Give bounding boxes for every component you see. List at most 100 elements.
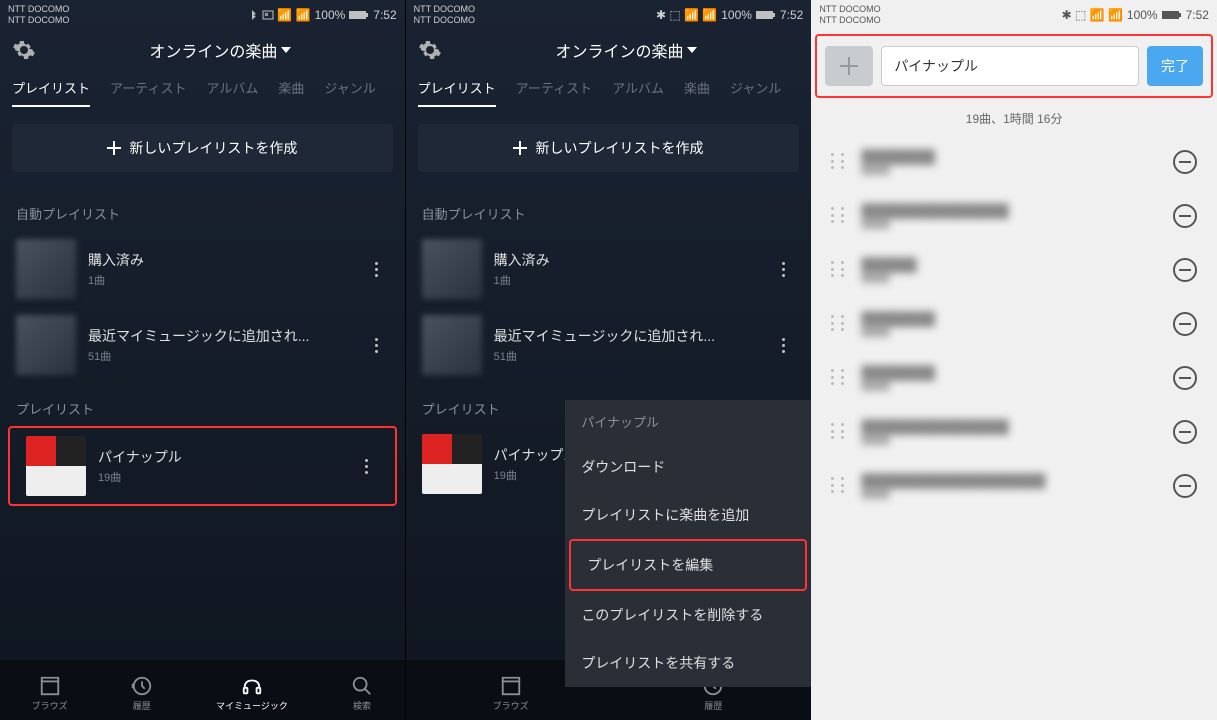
- playlist-item-recent[interactable]: 最近マイミュージックに追加され...51曲: [406, 307, 812, 383]
- song-title: ██████████: [861, 257, 1161, 283]
- status-bar: NTT DOCOMONTT DOCOMO ✱ ⬚ 📶 📶100%7:52: [406, 0, 812, 30]
- playlist-item-purchased[interactable]: 購入済み 1曲: [0, 231, 405, 307]
- status-bar: NTT DOCOMONTT DOCOMO 📶 📶 100% 7:52: [0, 0, 405, 30]
- playlist-item-recent[interactable]: 最近マイミュージックに追加され... 51曲: [0, 307, 405, 383]
- tab-album[interactable]: アルバム: [612, 70, 664, 107]
- auto-section-label: 自動プレイリスト: [406, 188, 812, 231]
- title-dropdown[interactable]: オンラインの楽曲: [48, 38, 393, 62]
- song-row[interactable]: ██████████: [823, 243, 1205, 297]
- new-playlist-button[interactable]: 新しいプレイリストを作成: [12, 124, 393, 172]
- context-menu: パイナップル ダウンロード プレイリストに楽曲を追加 プレイリストを編集 このプ…: [565, 400, 811, 687]
- nav-browse[interactable]: ブラウズ: [32, 675, 68, 712]
- title-dropdown[interactable]: オンラインの楽曲: [454, 38, 800, 62]
- tab-album[interactable]: アルバム: [206, 70, 258, 107]
- song-title: ████████████: [861, 365, 1161, 391]
- edit-header: 完了: [815, 34, 1213, 98]
- thumbnail: [26, 436, 86, 496]
- add-button[interactable]: [825, 46, 873, 86]
- app-header: オンラインの楽曲: [0, 30, 405, 70]
- more-icon[interactable]: [365, 333, 389, 357]
- nav-search[interactable]: 検索: [351, 675, 373, 712]
- drag-handle-icon[interactable]: [831, 315, 849, 333]
- tab-playlist[interactable]: プレイリスト: [12, 70, 90, 107]
- screen-2: NTT DOCOMONTT DOCOMO ✱ ⬚ 📶 📶100%7:52 オンラ…: [406, 0, 812, 720]
- more-icon[interactable]: [355, 454, 379, 478]
- song-row[interactable]: ████████████: [823, 351, 1205, 405]
- remove-button[interactable]: [1173, 366, 1197, 390]
- tab-genre[interactable]: ジャンル: [324, 70, 375, 107]
- song-row[interactable]: ████████████████████: [823, 405, 1205, 459]
- item-subtitle: 1曲: [88, 272, 353, 288]
- gear-icon[interactable]: [418, 38, 442, 62]
- remove-button[interactable]: [1173, 312, 1197, 336]
- item-title: 購入済み: [88, 250, 353, 270]
- remove-button[interactable]: [1173, 204, 1197, 228]
- remove-button[interactable]: [1173, 150, 1197, 174]
- plus-icon: [107, 141, 121, 155]
- tab-song[interactable]: 楽曲: [278, 70, 304, 107]
- thumbnail: [16, 315, 76, 375]
- tab-artist[interactable]: アーティスト: [516, 70, 592, 107]
- done-button[interactable]: 完了: [1147, 46, 1203, 86]
- thumbnail: [16, 239, 76, 299]
- item-subtitle: 51曲: [88, 348, 353, 364]
- menu-add-songs[interactable]: プレイリストに楽曲を追加: [565, 491, 811, 539]
- menu-download[interactable]: ダウンロード: [565, 443, 811, 491]
- song-row[interactable]: ████████████: [823, 135, 1205, 189]
- gear-icon[interactable]: [12, 38, 36, 62]
- plus-icon: [840, 57, 858, 75]
- tab-genre[interactable]: ジャンル: [730, 70, 781, 107]
- tab-playlist[interactable]: プレイリスト: [418, 70, 496, 107]
- song-title: ████████████: [861, 149, 1161, 175]
- menu-edit-playlist[interactable]: プレイリストを編集: [569, 539, 807, 591]
- auto-section-label: 自動プレイリスト: [0, 188, 405, 231]
- drag-handle-icon[interactable]: [831, 153, 849, 171]
- drag-handle-icon[interactable]: [831, 369, 849, 387]
- playlist-stats: 19曲、1時間 16分: [811, 102, 1217, 135]
- drag-handle-icon[interactable]: [831, 207, 849, 225]
- new-playlist-button[interactable]: 新しいプレイリストを作成: [418, 124, 800, 172]
- chevron-down-icon: [281, 47, 291, 53]
- remove-button[interactable]: [1173, 474, 1197, 498]
- screen-1: NTT DOCOMONTT DOCOMO 📶 📶 100% 7:52 オンライン…: [0, 0, 406, 720]
- item-title: パイナップル: [98, 447, 343, 467]
- playlist-item-purchased[interactable]: 購入済み1曲: [406, 231, 812, 307]
- menu-share-playlist[interactable]: プレイリストを共有する: [565, 639, 811, 687]
- playlist-section-label: プレイリスト: [0, 383, 405, 426]
- song-title: ████████████████████: [861, 203, 1161, 229]
- song-title: ████████████████████: [861, 419, 1161, 445]
- nav-history[interactable]: 履歴: [131, 675, 153, 712]
- status-bar: NTT DOCOMONTT DOCOMO ✱ ⬚ 📶 📶100%7:52: [811, 0, 1217, 30]
- bottom-nav: ブラウズ 履歴 マイミュージック 検索: [0, 660, 405, 720]
- time-label: 7:52: [373, 8, 396, 22]
- more-icon[interactable]: [771, 333, 795, 357]
- remove-button[interactable]: [1173, 258, 1197, 282]
- drag-handle-icon[interactable]: [831, 261, 849, 279]
- menu-delete-playlist[interactable]: このプレイリストを削除する: [565, 591, 811, 639]
- song-title: ████████████████████████: [861, 473, 1161, 499]
- song-row[interactable]: ████████████: [823, 297, 1205, 351]
- category-tabs: プレイリスト アーティスト アルバム 楽曲 ジャンル: [0, 70, 405, 108]
- song-row[interactable]: ████████████████████: [823, 189, 1205, 243]
- remove-button[interactable]: [1173, 420, 1197, 444]
- item-subtitle: 19曲: [98, 469, 343, 485]
- tab-song[interactable]: 楽曲: [684, 70, 710, 107]
- playlist-item-pineapple[interactable]: パイナップル 19曲: [8, 426, 397, 506]
- nav-browse[interactable]: ブラウズ: [493, 675, 529, 712]
- battery-label: 100%: [315, 8, 346, 22]
- more-icon[interactable]: [365, 257, 389, 281]
- song-title: ████████████: [861, 311, 1161, 337]
- carrier-label: NTT DOCOMONTT DOCOMO: [8, 4, 69, 26]
- item-title: 最近マイミュージックに追加され...: [88, 326, 353, 346]
- song-row[interactable]: ████████████████████████: [823, 459, 1205, 513]
- screen-3: NTT DOCOMONTT DOCOMO ✱ ⬚ 📶 📶100%7:52 完了 …: [811, 0, 1217, 720]
- context-title: パイナップル: [565, 400, 811, 443]
- drag-handle-icon[interactable]: [831, 477, 849, 495]
- song-list: ████████████ ████████████████████ ██████…: [811, 135, 1217, 513]
- drag-handle-icon[interactable]: [831, 423, 849, 441]
- nav-mymusic[interactable]: マイミュージック: [216, 675, 288, 712]
- tab-artist[interactable]: アーティスト: [110, 70, 186, 107]
- more-icon[interactable]: [771, 257, 795, 281]
- playlist-name-input[interactable]: [881, 46, 1139, 86]
- status-icons: 📶 📶: [249, 8, 310, 22]
